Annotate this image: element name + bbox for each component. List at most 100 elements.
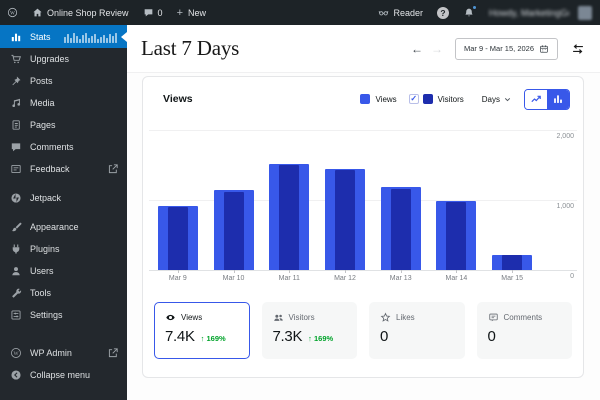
wordpress-menu-button[interactable]: W	[0, 0, 25, 25]
wordpress-stats-screen: W Online Shop Review 0 + New Reader ?	[0, 0, 600, 400]
filter-sliders-icon[interactable]	[571, 42, 585, 56]
comment-bubble-icon	[143, 7, 154, 18]
comments-count: 0	[158, 8, 163, 18]
summary-card-values: 0	[488, 328, 562, 345]
summary-cards-row: Views7.4K↑ 169%Visitors7.3K↑ 169%Likes0C…	[143, 302, 583, 359]
chevron-down-icon	[503, 95, 512, 104]
sidebar-item-stats[interactable]: Stats	[0, 25, 127, 48]
calendar-icon	[539, 44, 549, 54]
chart-controls: Views ✓Visitors Days	[348, 89, 570, 110]
visitors-bar	[502, 255, 522, 270]
sidebar-item-pages[interactable]: Pages	[0, 114, 127, 136]
gridline	[149, 130, 577, 131]
y-axis-tick-label: 0	[570, 273, 574, 280]
chart-card-header: Views Views ✓Visitors Days	[143, 77, 583, 121]
sidebar-item-collapse-menu[interactable]: Collapse menu	[0, 364, 127, 386]
sidebar-item-appearance[interactable]: Appearance	[0, 216, 127, 238]
chart-title: Views	[163, 93, 193, 105]
pages-icon	[10, 119, 22, 131]
bar-chart-toggle-button[interactable]	[547, 90, 569, 109]
sidebar-item-label: Users	[30, 266, 127, 276]
sidebar-item-comments[interactable]: Comments	[0, 136, 127, 158]
sidebar: Stats Upgrades Posts MediaPagesCommentsFeed…	[0, 25, 127, 400]
interval-dropdown[interactable]: Days	[482, 95, 512, 104]
y-axis-tick-label: 1,000	[556, 203, 574, 210]
page-header: Last 7 Days ← → Mar 9 - Mar 15, 2026	[127, 25, 600, 73]
previous-period-button[interactable]: ←	[407, 43, 427, 55]
chart-legend: Views ✓Visitors	[348, 94, 463, 104]
summary-card-header: Visitors	[273, 312, 347, 323]
help-icon: ?	[437, 7, 449, 19]
notification-dot	[472, 5, 477, 10]
user-greeting: Howdy, MarketingGenius	[489, 8, 569, 18]
help-button[interactable]: ?	[430, 0, 456, 25]
notifications-button[interactable]	[456, 0, 482, 25]
sidebar-item-label: Appearance	[30, 222, 127, 232]
summary-card-label: Comments	[504, 313, 543, 322]
x-axis-tick	[401, 270, 402, 273]
admin-bar-left: W Online Shop Review 0 + New	[0, 0, 213, 25]
eye-icon	[165, 312, 176, 323]
visitors-bar	[446, 202, 466, 270]
home-icon	[32, 7, 43, 18]
admin-bar-right: Reader ? Howdy, MarketingGenius	[371, 0, 600, 25]
sidebar-item-plugins[interactable]: Plugins	[0, 238, 127, 260]
summary-card-value: 7.3K	[273, 328, 303, 345]
next-period-button[interactable]: →	[427, 43, 447, 55]
stats-sparkline	[64, 31, 117, 43]
wordpress-icon: W	[10, 347, 22, 359]
line-chart-toggle-button[interactable]	[525, 90, 547, 109]
sidebar-item-label: Settings	[30, 310, 127, 320]
wordpress-logo-icon: W	[7, 7, 18, 18]
sidebar-item-settings[interactable]: Settings	[0, 304, 127, 326]
summary-card-value: 0	[380, 328, 388, 345]
summary-card-views[interactable]: Views 7.4K↑ 169%	[154, 302, 250, 359]
site-name: Online Shop Review	[47, 8, 129, 18]
sidebar-item-posts[interactable]: Posts	[0, 70, 127, 92]
account-menu-button[interactable]: Howdy, MarketingGenius	[482, 0, 600, 25]
admin-bar: W Online Shop Review 0 + New Reader ?	[0, 0, 600, 25]
summary-card-label: Views	[181, 313, 202, 322]
legend-checkbox[interactable]: ✓	[409, 94, 419, 104]
visitors-bar	[391, 189, 411, 270]
summary-card-value: 7.4K	[165, 328, 195, 345]
summary-card-values: 7.4K↑ 169%	[165, 328, 239, 345]
plus-icon: +	[177, 7, 183, 19]
visitors-bar	[335, 170, 355, 270]
new-content-button[interactable]: + New	[170, 0, 213, 25]
sidebar-item-upgrades[interactable]: Upgrades	[0, 48, 127, 70]
sidebar-item-jetpack[interactable]: Jetpack	[0, 187, 127, 209]
sidebar-item-label: Stats	[30, 32, 64, 42]
x-axis-label: Mar 14	[434, 275, 478, 282]
date-range-button[interactable]: Mar 9 - Mar 15, 2026	[455, 38, 558, 60]
sidebar-item-media[interactable]: Media	[0, 92, 127, 114]
bar-chart-icon	[552, 93, 564, 105]
sidebar-item-label: Jetpack	[30, 193, 127, 203]
legend-item-views[interactable]: Views	[360, 94, 396, 104]
sidebar-item-users[interactable]: Users	[0, 260, 127, 282]
sidebar-item-label: Posts	[30, 76, 127, 86]
sidebar-item-wp-admin[interactable]: WWP Admin	[0, 342, 127, 364]
summary-card-visitors[interactable]: Visitors7.3K↑ 169%	[262, 302, 358, 359]
site-menu-button[interactable]: Online Shop Review	[25, 0, 136, 25]
legend-item-visitors[interactable]: ✓Visitors	[409, 94, 464, 104]
feedback-icon	[10, 163, 22, 175]
comments-shortcut-button[interactable]: 0	[136, 0, 170, 25]
x-axis-label: Mar 12	[323, 275, 367, 282]
external-link-icon	[107, 163, 119, 175]
new-label: New	[188, 8, 206, 18]
svg-text:W: W	[13, 351, 19, 357]
reader-link[interactable]: Reader	[371, 0, 430, 25]
stats-chart-card: Views Views✓Visitors Days	[142, 76, 584, 378]
interval-label: Days	[482, 95, 500, 104]
x-axis-label: Mar 13	[379, 275, 423, 282]
sidebar-item-feedback[interactable]: Feedback	[0, 158, 127, 180]
x-axis-label: Mar 10	[212, 275, 256, 282]
summary-card-comments[interactable]: Comments 0	[477, 302, 573, 359]
legend-label: Views	[375, 95, 396, 104]
summary-card-likes[interactable]: Likes0	[369, 302, 465, 359]
sidebar-menu: Stats Upgrades Posts MediaPagesCommentsFeed…	[0, 25, 127, 326]
sidebar-item-tools[interactable]: Tools	[0, 282, 127, 304]
summary-card-values: 0	[380, 328, 454, 345]
settings-icon	[10, 309, 22, 321]
